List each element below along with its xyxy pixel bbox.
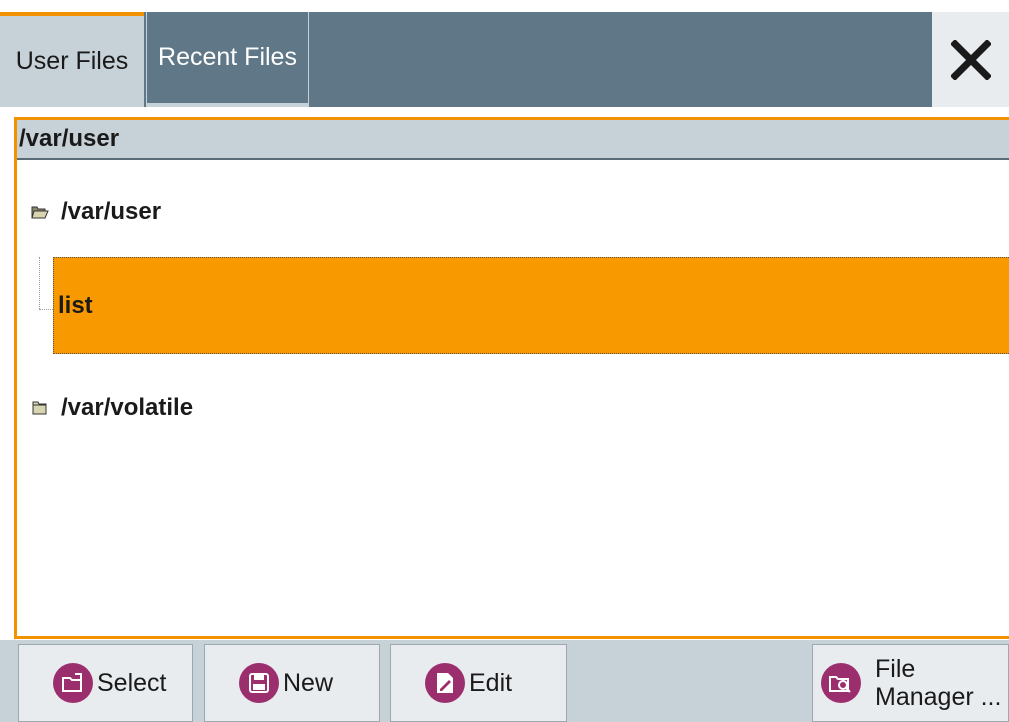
file-manager-button[interactable]: File Manager ... [812, 644, 1009, 722]
save-icon [239, 663, 279, 703]
file-tree-panel: /var/user /var/user list /var/volatile [14, 117, 1009, 639]
tree-item-list[interactable]: list [53, 257, 1009, 354]
tree-node-label: /var/user [61, 198, 162, 225]
folder-closed-icon [32, 401, 47, 415]
tree-item-label: list [58, 291, 93, 319]
tab-bar: User Files Recent Files [0, 12, 1009, 107]
new-button[interactable]: New [204, 644, 380, 722]
file-manager-label-line2: Manager ... [875, 683, 1002, 711]
edit-button-label: Edit [469, 668, 513, 697]
close-icon [950, 39, 991, 80]
tree-node-var-volatile[interactable]: /var/volatile [31, 394, 193, 422]
tree-node-label: /var/volatile [61, 394, 194, 421]
tree-connector [39, 257, 40, 309]
edit-button[interactable]: Edit [390, 644, 567, 722]
select-folder-icon [53, 663, 93, 703]
file-manager-button-label: File Manager ... [875, 655, 1001, 711]
tab-user-files[interactable]: User Files [0, 12, 144, 107]
action-bar: Select New Edit File Manager ... [0, 640, 1009, 722]
tab-recent-files[interactable]: Recent Files [146, 12, 309, 107]
select-button[interactable]: Select [18, 644, 193, 722]
folder-open-icon [31, 206, 49, 219]
folder-search-icon [821, 663, 861, 703]
header-divider [17, 158, 1009, 160]
file-manager-label-line1: File [875, 655, 916, 683]
select-button-label: Select [97, 668, 167, 697]
current-path: /var/user [17, 120, 1009, 158]
new-button-label: New [283, 668, 334, 697]
close-button[interactable] [932, 12, 1009, 107]
edit-document-icon [425, 663, 465, 703]
tree-node-var-user[interactable]: /var/user [31, 198, 161, 226]
tree-connector [39, 309, 53, 310]
